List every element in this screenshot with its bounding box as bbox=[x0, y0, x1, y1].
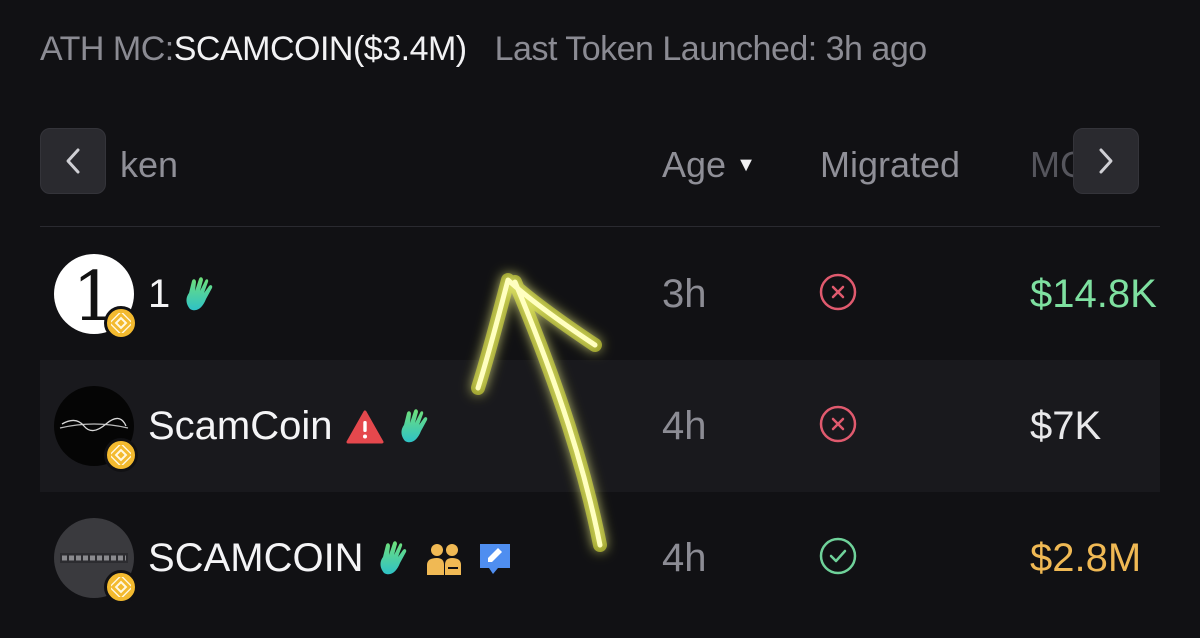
token-summary: ATH MC:SCAMCOIN($3.4M) Last Token Launche… bbox=[40, 30, 927, 69]
scroll-left-button[interactable] bbox=[40, 128, 106, 194]
token-avatar-wrap bbox=[54, 518, 138, 604]
sort-desc-icon: ▼ bbox=[736, 154, 756, 176]
token-age: 3h bbox=[662, 272, 707, 316]
chevron-right-icon bbox=[1099, 148, 1113, 174]
bnb-badge-icon bbox=[104, 306, 138, 340]
token-name-cell: SCAMCOIN bbox=[148, 536, 514, 581]
not-migrated-icon bbox=[818, 272, 858, 312]
table-header: ken Age ▼ Migrated MC bbox=[40, 120, 1160, 227]
waving-hand-icon bbox=[397, 407, 433, 447]
chevron-left-icon bbox=[66, 148, 80, 174]
token-age: 4h bbox=[662, 536, 707, 580]
token-name: ScamCoin bbox=[148, 404, 333, 448]
token-avatar-wrap: 1 bbox=[54, 254, 138, 340]
bnb-badge-icon bbox=[104, 570, 138, 604]
last-launch-text: Last Token Launched: 3h ago bbox=[494, 30, 928, 68]
token-age: 4h bbox=[662, 404, 707, 448]
bnb-badge-icon bbox=[104, 438, 138, 472]
token-avatar-wrap bbox=[54, 386, 138, 472]
table-row[interactable]: ScamCoin 4h $7K bbox=[40, 360, 1160, 492]
header-age[interactable]: Age ▼ bbox=[662, 144, 756, 186]
waving-hand-icon bbox=[376, 539, 412, 579]
header-migrated[interactable]: Migrated bbox=[820, 144, 960, 186]
token-name: 1 bbox=[148, 272, 171, 316]
header-token[interactable]: ken bbox=[120, 144, 178, 186]
token-name-cell: ScamCoin bbox=[148, 404, 433, 449]
edit-note-icon bbox=[476, 540, 514, 578]
token-name-cell: 1 bbox=[148, 272, 218, 317]
warning-triangle-icon bbox=[345, 409, 385, 445]
not-migrated-icon bbox=[818, 404, 858, 444]
table-row[interactable]: SCAMCOIN 4h $2.8M bbox=[40, 492, 1160, 624]
header-age-label: Age bbox=[662, 144, 727, 185]
waving-hand-icon bbox=[182, 275, 218, 315]
ath-label: ATH MC: bbox=[40, 30, 174, 68]
migrated-check-icon bbox=[818, 536, 858, 576]
market-cap: $2.8M bbox=[1030, 536, 1142, 580]
token-name: SCAMCOIN bbox=[148, 536, 364, 580]
market-cap: $14.8K bbox=[1030, 272, 1157, 316]
table-row[interactable]: 1 1 3h $14.8K bbox=[40, 228, 1160, 360]
scroll-right-button[interactable] bbox=[1073, 128, 1139, 194]
market-cap: $7K bbox=[1030, 404, 1102, 448]
people-icon bbox=[424, 541, 464, 577]
ath-value: SCAMCOIN($3.4M) bbox=[173, 30, 467, 68]
